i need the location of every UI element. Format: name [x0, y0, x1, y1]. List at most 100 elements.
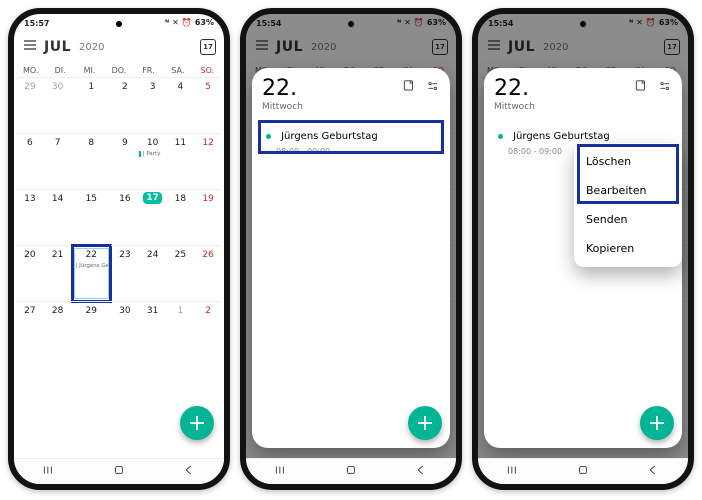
phone-3-context-menu: 15:54 ᴺ ✕ ⏰ 63% JUL 2020 17 MO.DI.MI. DO… [472, 8, 694, 490]
home-button[interactable] [112, 462, 126, 481]
header-month[interactable]: JUL [508, 39, 535, 55]
today-icon[interactable]: 17 [200, 39, 216, 55]
context-copy[interactable]: Kopieren [574, 234, 682, 263]
day-cell[interactable]: 5 [194, 77, 222, 133]
day-cell[interactable]: 12 [194, 133, 222, 189]
day-cell[interactable]: 27 [16, 301, 44, 357]
alarm-icon: ⏰ [414, 19, 424, 27]
header-year: 2020 [543, 42, 568, 53]
nav-bar [14, 458, 224, 484]
day-number: 10 [147, 136, 158, 150]
header-month[interactable]: JUL [276, 39, 303, 55]
day-number: 14 [52, 192, 63, 206]
back-button[interactable] [646, 462, 660, 481]
calendar-header: JUL 2020 17 [478, 32, 688, 62]
day-cell[interactable]: 23 [111, 245, 139, 301]
day-number: 2 [122, 80, 128, 94]
today-icon[interactable]: 17 [664, 39, 680, 55]
sheet-day-name: Mittwoch [494, 102, 535, 112]
context-delete[interactable]: Löschen [574, 147, 682, 176]
day-cell[interactable]: 6 [16, 133, 44, 189]
context-menu: Löschen Bearbeiten Senden Kopieren [574, 143, 682, 267]
menu-icon[interactable] [254, 37, 270, 57]
day-cell[interactable]: 1 [72, 77, 112, 133]
day-cell[interactable]: 16 [111, 189, 139, 245]
day-number: 29 [24, 80, 35, 94]
day-cell[interactable]: 15 [72, 189, 112, 245]
home-button[interactable] [576, 462, 590, 481]
statusbar: 15:57 ᴺ ✕ ⏰ 63% [14, 14, 224, 32]
day-number: 18 [175, 192, 186, 206]
day-sheet: 22. Mittwoch Jürgens Geburtstag 08:00 - … [484, 68, 682, 448]
day-cell[interactable]: 19 [194, 189, 222, 245]
battery-level: 63% [195, 19, 214, 27]
day-number: 4 [178, 80, 184, 94]
day-cell[interactable]: 29 [16, 77, 44, 133]
day-cell[interactable]: 29 [72, 301, 112, 357]
day-number: 2 [205, 304, 211, 318]
settings-icon[interactable] [658, 78, 672, 92]
day-cell[interactable]: 8 [72, 133, 112, 189]
day-cell[interactable]: 24 [139, 245, 167, 301]
back-button[interactable] [414, 462, 428, 481]
day-number: 23 [119, 248, 130, 262]
day-cell[interactable]: 7 [44, 133, 72, 189]
event-title: Jürgens Geburtstag [513, 131, 610, 142]
vibrate-icon: ✕ [636, 19, 643, 27]
recent-apps-button[interactable] [274, 462, 288, 481]
day-cell[interactable]: 30 [111, 301, 139, 357]
nfc-icon: ᴺ [629, 19, 633, 27]
event-title: Jürgens Geburtstag [281, 131, 378, 142]
day-cell[interactable]: 11 [167, 133, 195, 189]
day-cell[interactable]: 17 [139, 189, 167, 245]
add-event-fab[interactable]: + [180, 406, 214, 440]
day-number: 30 [52, 80, 63, 94]
day-cell[interactable]: 14 [44, 189, 72, 245]
menu-icon[interactable] [22, 37, 38, 57]
day-cell[interactable]: 4 [167, 77, 195, 133]
day-cell[interactable]: 21 [44, 245, 72, 301]
recent-apps-button[interactable] [506, 462, 520, 481]
note-icon[interactable] [634, 78, 648, 92]
day-number: 8 [88, 136, 94, 150]
day-cell[interactable]: 20 [16, 245, 44, 301]
header-year: 2020 [311, 42, 336, 53]
header-month[interactable]: JUL [44, 39, 71, 55]
nav-bar [478, 458, 688, 484]
phone-1-calendar-month: 15:57 ᴺ ✕ ⏰ 63% JUL 2020 17 MO.DI.MI. DO… [8, 8, 230, 490]
menu-icon[interactable] [486, 37, 502, 57]
day-cell[interactable]: 3 [139, 77, 167, 133]
day-cell[interactable]: 31 [139, 301, 167, 357]
day-cell[interactable]: 10| Party [139, 133, 167, 189]
vibrate-icon: ✕ [404, 19, 411, 27]
day-cell[interactable]: 2 [111, 77, 139, 133]
day-cell[interactable]: 9 [111, 133, 139, 189]
day-cell[interactable]: 13 [16, 189, 44, 245]
today-icon[interactable]: 17 [432, 39, 448, 55]
back-button[interactable] [182, 462, 196, 481]
event-row[interactable]: Jürgens Geburtstag 08:00 - 09:00 [262, 122, 440, 160]
day-cell[interactable]: 26 [194, 245, 222, 301]
day-cell[interactable]: 2 [194, 301, 222, 357]
context-edit[interactable]: Bearbeiten [574, 176, 682, 205]
day-cell[interactable]: 1 [167, 301, 195, 357]
day-number: 28 [52, 304, 63, 318]
settings-icon[interactable] [426, 78, 440, 92]
day-number: 9 [122, 136, 128, 150]
note-icon[interactable] [402, 78, 416, 92]
day-number: 3 [150, 80, 156, 94]
day-number: 13 [24, 192, 35, 206]
month-grid[interactable]: 293012345678910| Party111213141516171819… [14, 77, 224, 357]
day-number: 1 [88, 80, 94, 94]
day-cell[interactable]: 18 [167, 189, 195, 245]
add-event-fab[interactable]: + [408, 406, 442, 440]
day-cell[interactable]: 22| Jürgens Ge [72, 245, 112, 301]
day-cell[interactable]: 28 [44, 301, 72, 357]
home-button[interactable] [344, 462, 358, 481]
day-cell[interactable]: 25 [167, 245, 195, 301]
vibrate-icon: ✕ [172, 19, 179, 27]
add-event-fab[interactable]: + [640, 406, 674, 440]
day-cell[interactable]: 30 [44, 77, 72, 133]
context-send[interactable]: Senden [574, 205, 682, 234]
recent-apps-button[interactable] [42, 462, 56, 481]
